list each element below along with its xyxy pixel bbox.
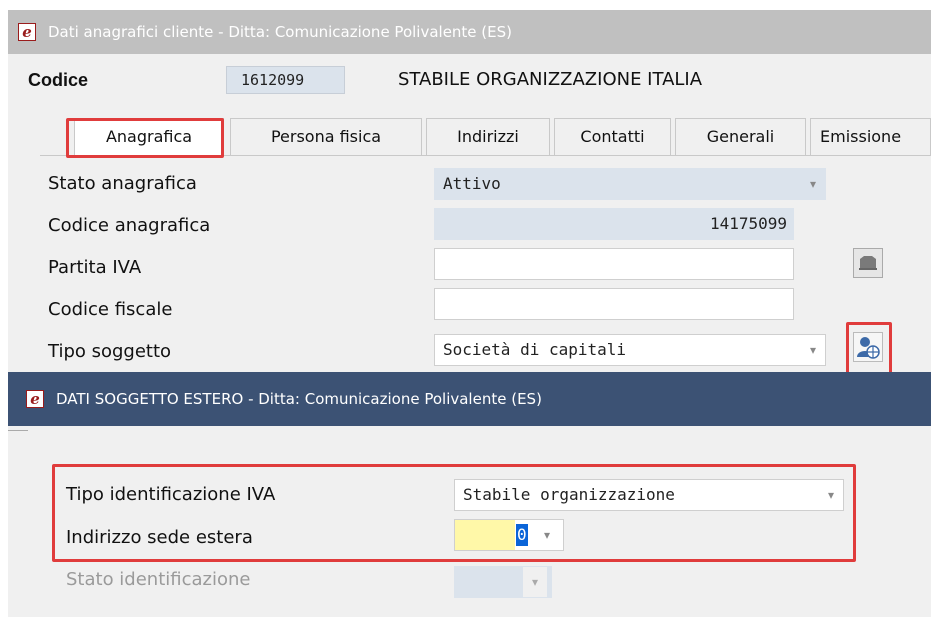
- highlight-dati-estero-button: [846, 322, 892, 376]
- chevron-down-icon: ▾: [809, 343, 817, 357]
- title-bar: e Dati anagrafici cliente - Ditta: Comun…: [8, 10, 931, 54]
- stato-anagrafica-value: Attivo: [443, 174, 501, 193]
- codice-anagrafica-label: Codice anagrafica: [48, 215, 211, 236]
- codice-label: Codice: [28, 70, 89, 90]
- codice-fiscale-label: Codice fiscale: [48, 299, 173, 320]
- stato-anagrafica-select[interactable]: Attivo ▾: [434, 168, 826, 200]
- tab-generali[interactable]: Generali: [675, 118, 806, 155]
- tab-emissione[interactable]: Emissione: [810, 118, 931, 155]
- partita-iva-label: Partita IVA: [48, 257, 142, 278]
- codice-anagrafica-field[interactable]: 14175099: [434, 208, 794, 240]
- stato-anagrafica-label: Stato anagrafica: [48, 173, 197, 194]
- building-icon: [859, 256, 877, 270]
- dialog-title-bar: e DATI SOGGETTO ESTERO - Ditta: Comunica…: [8, 372, 931, 426]
- stato-identificazione-label: Stato identificazione: [66, 569, 251, 590]
- chevron-down-icon: ▾: [809, 177, 817, 191]
- app-e-icon: e: [26, 390, 44, 408]
- stato-identificazione-select[interactable]: ▾: [454, 566, 552, 598]
- tab-indirizzi[interactable]: Indirizzi: [426, 118, 550, 155]
- codice-fiscale-field[interactable]: [434, 288, 794, 320]
- tipo-soggetto-value: Società di capitali: [443, 340, 627, 359]
- ragione-sociale: STABILE ORGANIZZAZIONE ITALIA: [398, 69, 703, 90]
- app-e-icon: e: [18, 23, 36, 41]
- check-vat-button[interactable]: [853, 248, 883, 278]
- partita-iva-field[interactable]: [434, 248, 794, 280]
- tipo-soggetto-select[interactable]: Società di capitali ▾: [434, 334, 826, 366]
- dialog-title: DATI SOGGETTO ESTERO - Ditta: Comunicazi…: [56, 390, 542, 408]
- highlight-dialog-fields: [52, 464, 856, 562]
- dialog-separator: [8, 430, 28, 431]
- tipo-soggetto-label: Tipo soggetto: [48, 341, 172, 362]
- highlight-tab-anagrafica: [66, 118, 224, 158]
- codice-field[interactable]: 1612099: [226, 66, 345, 94]
- tab-contatti[interactable]: Contatti: [554, 118, 671, 155]
- tab-persona-fisica[interactable]: Persona fisica: [230, 118, 422, 155]
- chevron-down-icon: ▾: [523, 567, 547, 597]
- window-title: Dati anagrafici cliente - Ditta: Comunic…: [48, 23, 513, 41]
